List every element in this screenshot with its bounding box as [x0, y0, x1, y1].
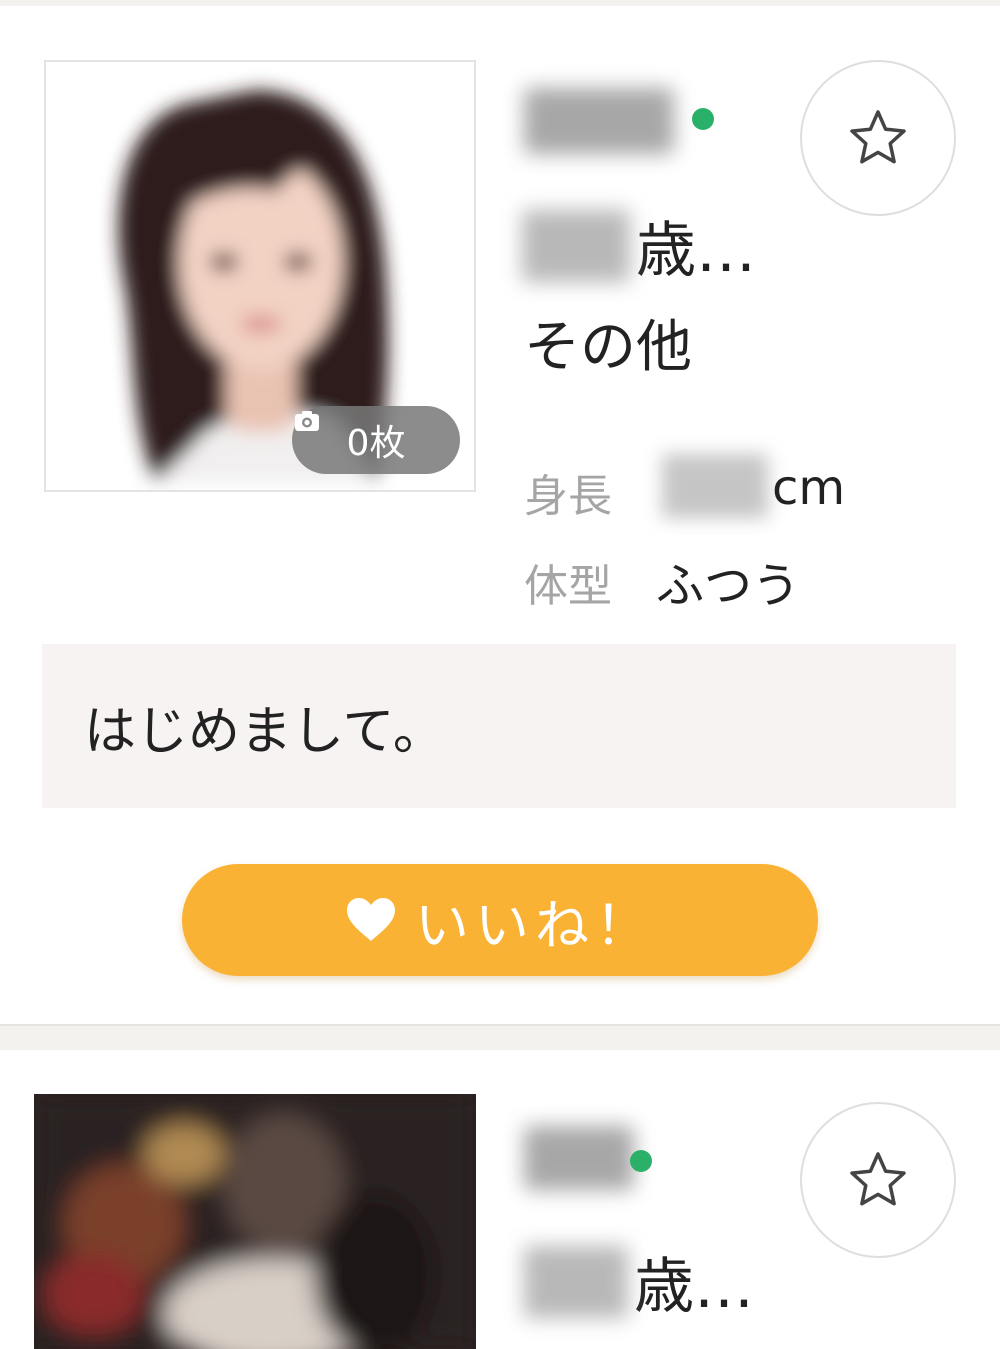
photo-count-badge: 0枚	[292, 406, 460, 474]
nickname-redacted	[524, 1126, 634, 1190]
profile-card: 0枚 歳… その他 身長 cm 体型 ふつう はじめまして。 いいね！	[0, 6, 1000, 1024]
height-redacted	[662, 454, 768, 518]
favorite-button[interactable]	[800, 60, 956, 216]
profile-photo[interactable]: 0枚	[44, 60, 476, 492]
favorite-button[interactable]	[800, 1102, 956, 1258]
age-row: 歳…	[522, 202, 756, 289]
profile-message: はじめまして。	[42, 644, 956, 808]
region-text: その他	[524, 315, 692, 380]
heart-icon	[347, 898, 395, 941]
body-type-label: 体型	[524, 561, 612, 612]
age-suffix: 歳…	[634, 1252, 754, 1322]
nickname-redacted	[524, 88, 674, 154]
online-status-dot	[630, 1150, 652, 1172]
age-row: 歳…	[524, 1238, 754, 1325]
age-redacted	[522, 209, 630, 282]
online-status-dot	[692, 108, 714, 130]
star-outline-icon	[850, 110, 906, 164]
body-type-value: ふつう	[656, 558, 801, 614]
height-unit: cm	[772, 460, 846, 516]
profile-card: 歳…	[0, 1050, 1000, 1349]
like-button-label: いいね！	[415, 893, 655, 957]
message-text: はじめまして。	[84, 701, 445, 762]
camera-icon	[295, 411, 319, 431]
photo-count-text: 0枚	[346, 423, 406, 464]
height-label: 身長	[524, 471, 612, 522]
profile-photo-image	[34, 1094, 476, 1349]
age-redacted	[524, 1245, 628, 1318]
age-suffix: 歳…	[636, 216, 756, 286]
like-button[interactable]: いいね！	[182, 864, 818, 976]
star-outline-icon	[850, 1152, 906, 1206]
card-separator	[0, 1024, 1000, 1050]
profile-photo[interactable]	[34, 1094, 476, 1349]
